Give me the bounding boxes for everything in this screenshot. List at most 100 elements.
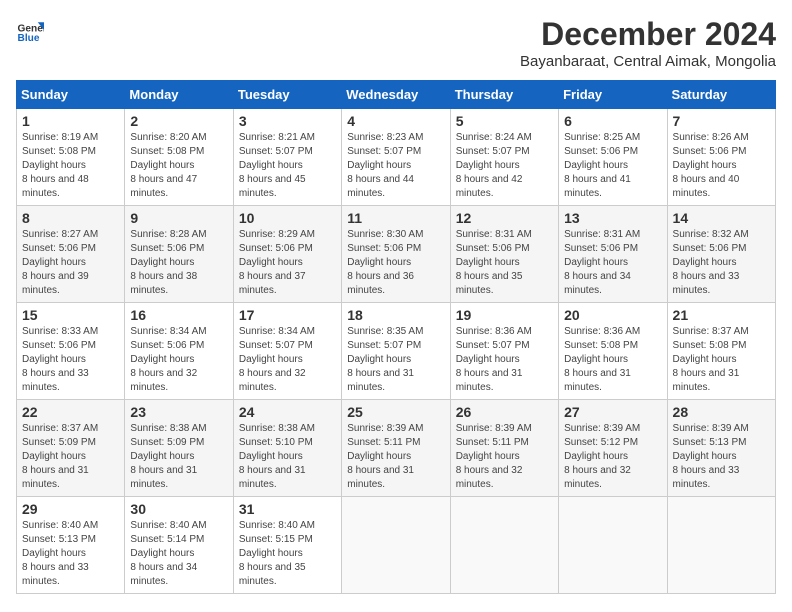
sunrise-label: Sunrise: 8:40 AM: [22, 520, 98, 531]
day-number: 14: [673, 210, 770, 226]
daylight-label: Daylight hours: [564, 257, 628, 268]
calendar-cell: [667, 497, 775, 594]
sunrise-label: Sunrise: 8:38 AM: [130, 423, 206, 434]
day-info: Sunrise: 8:29 AM Sunset: 5:06 PM Dayligh…: [239, 228, 336, 298]
sunset-label: Sunset: 5:06 PM: [673, 243, 747, 254]
calendar-cell: 25 Sunrise: 8:39 AM Sunset: 5:11 PM Dayl…: [342, 400, 450, 497]
daylight-duration: 8 hours and 34 minutes.: [564, 271, 631, 296]
daylight-label: Daylight hours: [22, 160, 86, 171]
day-number: 23: [130, 404, 227, 420]
page-header: General Blue December 2024 Bayanbaraat, …: [16, 16, 776, 70]
sunset-label: Sunset: 5:06 PM: [564, 243, 638, 254]
daylight-duration: 8 hours and 31 minutes.: [130, 465, 197, 490]
day-number: 15: [22, 307, 119, 323]
daylight-duration: 8 hours and 44 minutes.: [347, 174, 414, 199]
calendar-cell: 27 Sunrise: 8:39 AM Sunset: 5:12 PM Dayl…: [559, 400, 667, 497]
daylight-duration: 8 hours and 42 minutes.: [456, 174, 523, 199]
daylight-label: Daylight hours: [673, 354, 737, 365]
sunset-label: Sunset: 5:07 PM: [239, 146, 313, 157]
day-number: 13: [564, 210, 661, 226]
day-info: Sunrise: 8:30 AM Sunset: 5:06 PM Dayligh…: [347, 228, 444, 298]
sunrise-label: Sunrise: 8:35 AM: [347, 326, 423, 337]
sunrise-label: Sunrise: 8:37 AM: [673, 326, 749, 337]
daylight-duration: 8 hours and 31 minutes.: [239, 465, 306, 490]
sunrise-label: Sunrise: 8:36 AM: [456, 326, 532, 337]
day-info: Sunrise: 8:20 AM Sunset: 5:08 PM Dayligh…: [130, 131, 227, 201]
daylight-duration: 8 hours and 40 minutes.: [673, 174, 740, 199]
day-info: Sunrise: 8:24 AM Sunset: 5:07 PM Dayligh…: [456, 131, 553, 201]
day-number: 27: [564, 404, 661, 420]
daylight-label: Daylight hours: [673, 160, 737, 171]
daylight-label: Daylight hours: [22, 354, 86, 365]
sunset-label: Sunset: 5:13 PM: [673, 437, 747, 448]
sunrise-label: Sunrise: 8:39 AM: [456, 423, 532, 434]
daylight-label: Daylight hours: [564, 160, 628, 171]
sunrise-label: Sunrise: 8:21 AM: [239, 132, 315, 143]
day-info: Sunrise: 8:36 AM Sunset: 5:08 PM Dayligh…: [564, 325, 661, 395]
sunset-label: Sunset: 5:06 PM: [22, 340, 96, 351]
day-number: 20: [564, 307, 661, 323]
daylight-label: Daylight hours: [673, 451, 737, 462]
day-number: 17: [239, 307, 336, 323]
header-saturday: Saturday: [667, 81, 775, 109]
header-wednesday: Wednesday: [342, 81, 450, 109]
daylight-duration: 8 hours and 33 minutes.: [22, 368, 89, 393]
sunset-label: Sunset: 5:06 PM: [239, 243, 313, 254]
day-number: 30: [130, 501, 227, 517]
sunrise-label: Sunrise: 8:29 AM: [239, 229, 315, 240]
calendar-cell: 23 Sunrise: 8:38 AM Sunset: 5:09 PM Dayl…: [125, 400, 233, 497]
day-info: Sunrise: 8:40 AM Sunset: 5:14 PM Dayligh…: [130, 519, 227, 589]
sunset-label: Sunset: 5:07 PM: [456, 340, 530, 351]
daylight-label: Daylight hours: [673, 257, 737, 268]
sunrise-label: Sunrise: 8:31 AM: [564, 229, 640, 240]
calendar-cell: 4 Sunrise: 8:23 AM Sunset: 5:07 PM Dayli…: [342, 109, 450, 206]
sunset-label: Sunset: 5:08 PM: [564, 340, 638, 351]
calendar-cell: 26 Sunrise: 8:39 AM Sunset: 5:11 PM Dayl…: [450, 400, 558, 497]
day-info: Sunrise: 8:26 AM Sunset: 5:06 PM Dayligh…: [673, 131, 770, 201]
daylight-duration: 8 hours and 37 minutes.: [239, 271, 306, 296]
sunrise-label: Sunrise: 8:40 AM: [130, 520, 206, 531]
daylight-label: Daylight hours: [239, 160, 303, 171]
sunset-label: Sunset: 5:08 PM: [130, 146, 204, 157]
sunset-label: Sunset: 5:07 PM: [456, 146, 530, 157]
day-info: Sunrise: 8:38 AM Sunset: 5:10 PM Dayligh…: [239, 422, 336, 492]
day-info: Sunrise: 8:37 AM Sunset: 5:08 PM Dayligh…: [673, 325, 770, 395]
daylight-duration: 8 hours and 35 minutes.: [239, 562, 306, 587]
daylight-duration: 8 hours and 31 minutes.: [456, 368, 523, 393]
day-info: Sunrise: 8:39 AM Sunset: 5:12 PM Dayligh…: [564, 422, 661, 492]
sunset-label: Sunset: 5:10 PM: [239, 437, 313, 448]
calendar-week-1: 1 Sunrise: 8:19 AM Sunset: 5:08 PM Dayli…: [17, 109, 776, 206]
sunset-label: Sunset: 5:13 PM: [22, 534, 96, 545]
day-info: Sunrise: 8:33 AM Sunset: 5:06 PM Dayligh…: [22, 325, 119, 395]
sunset-label: Sunset: 5:06 PM: [456, 243, 530, 254]
day-info: Sunrise: 8:27 AM Sunset: 5:06 PM Dayligh…: [22, 228, 119, 298]
sunset-label: Sunset: 5:06 PM: [347, 243, 421, 254]
calendar-week-5: 29 Sunrise: 8:40 AM Sunset: 5:13 PM Dayl…: [17, 497, 776, 594]
location-title: Bayanbaraat, Central Aimak, Mongolia: [520, 53, 776, 70]
daylight-label: Daylight hours: [456, 257, 520, 268]
daylight-label: Daylight hours: [564, 451, 628, 462]
sunset-label: Sunset: 5:06 PM: [673, 146, 747, 157]
calendar-cell: 13 Sunrise: 8:31 AM Sunset: 5:06 PM Dayl…: [559, 206, 667, 303]
daylight-label: Daylight hours: [456, 354, 520, 365]
header-row: Sunday Monday Tuesday Wednesday Thursday…: [17, 81, 776, 109]
daylight-duration: 8 hours and 32 minutes.: [564, 465, 631, 490]
daylight-duration: 8 hours and 39 minutes.: [22, 271, 89, 296]
daylight-label: Daylight hours: [347, 160, 411, 171]
sunrise-label: Sunrise: 8:32 AM: [673, 229, 749, 240]
sunrise-label: Sunrise: 8:39 AM: [673, 423, 749, 434]
daylight-duration: 8 hours and 32 minutes.: [239, 368, 306, 393]
sunset-label: Sunset: 5:08 PM: [22, 146, 96, 157]
calendar-week-2: 8 Sunrise: 8:27 AM Sunset: 5:06 PM Dayli…: [17, 206, 776, 303]
calendar-cell: 29 Sunrise: 8:40 AM Sunset: 5:13 PM Dayl…: [17, 497, 125, 594]
calendar-cell: 6 Sunrise: 8:25 AM Sunset: 5:06 PM Dayli…: [559, 109, 667, 206]
daylight-label: Daylight hours: [22, 548, 86, 559]
daylight-duration: 8 hours and 32 minutes.: [130, 368, 197, 393]
month-title: December 2024: [520, 16, 776, 53]
day-number: 19: [456, 307, 553, 323]
daylight-label: Daylight hours: [347, 451, 411, 462]
sunrise-label: Sunrise: 8:31 AM: [456, 229, 532, 240]
calendar-cell: 15 Sunrise: 8:33 AM Sunset: 5:06 PM Dayl…: [17, 303, 125, 400]
calendar-week-4: 22 Sunrise: 8:37 AM Sunset: 5:09 PM Dayl…: [17, 400, 776, 497]
day-number: 3: [239, 113, 336, 129]
